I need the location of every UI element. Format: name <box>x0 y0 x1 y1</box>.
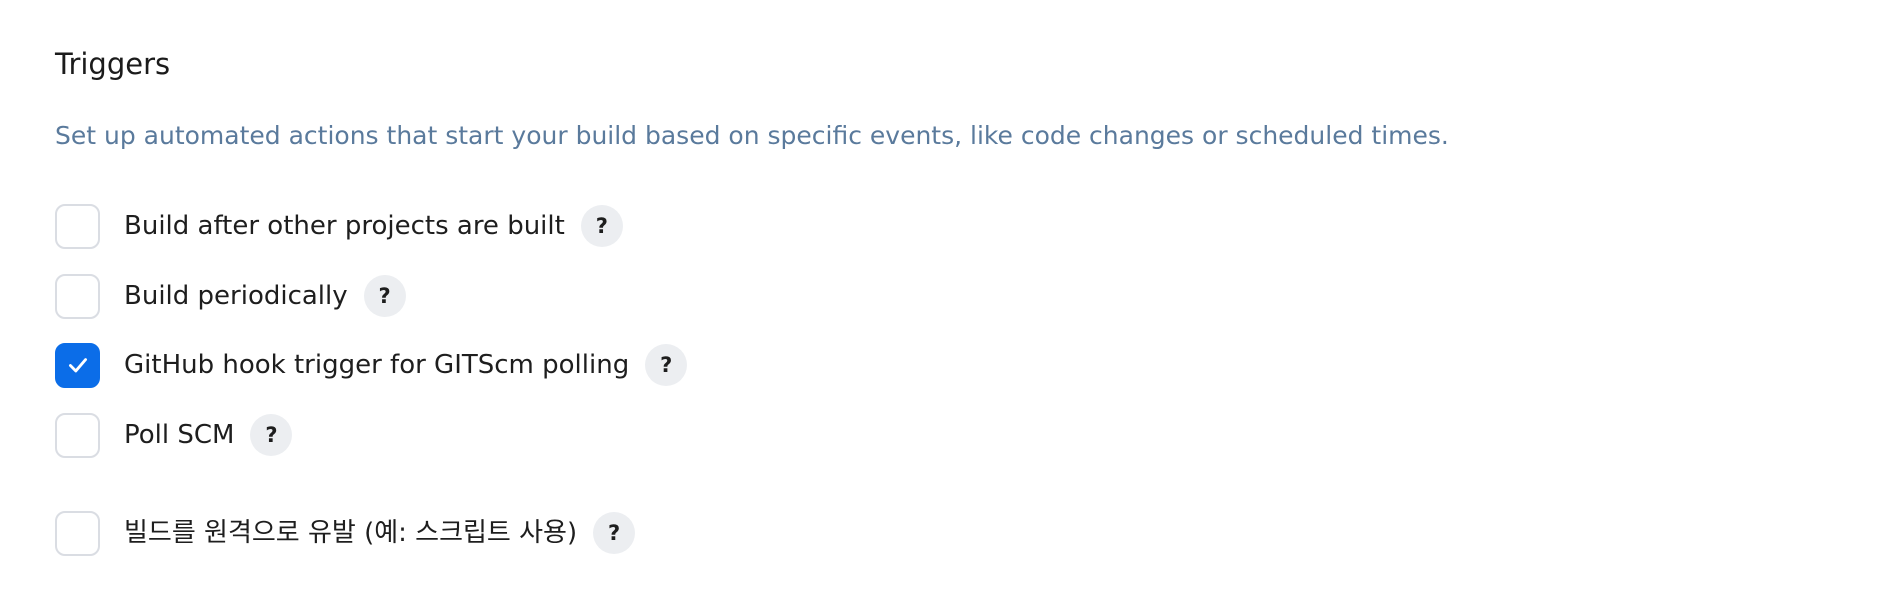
poll-scm-checkbox[interactable] <box>55 412 100 458</box>
triggers-section: Triggers Set up automated actions that s… <box>55 40 1835 556</box>
trigger-option-remote-trigger: 빌드를 원격으로 유발 (예: 스크립트 사용) ? <box>55 509 636 557</box>
option-label[interactable]: GitHub hook trigger for GITScm polling <box>124 345 629 385</box>
build-periodically-checkbox[interactable] <box>55 273 100 319</box>
trigger-option-build-after-other-projects: Build after other projects are built ? <box>55 202 623 250</box>
trigger-option-github-hook: GitHub hook trigger for GITScm polling ? <box>55 341 688 389</box>
option-label[interactable]: Build periodically <box>124 276 348 316</box>
remote-trigger-checkbox[interactable] <box>55 510 100 556</box>
help-icon[interactable]: ? <box>593 512 636 554</box>
option-label[interactable]: Poll SCM <box>124 415 234 455</box>
checkmark-icon <box>68 358 87 373</box>
help-icon[interactable]: ? <box>250 414 293 456</box>
option-label[interactable]: Build after other projects are built <box>124 206 565 246</box>
build-after-other-projects-checkbox[interactable] <box>55 203 100 249</box>
section-title: Triggers <box>55 47 171 81</box>
section-description: Set up automated actions that start your… <box>55 121 1449 150</box>
trigger-option-poll-scm: Poll SCM ? <box>55 411 293 459</box>
help-icon[interactable]: ? <box>580 205 623 247</box>
help-icon[interactable]: ? <box>363 275 406 317</box>
trigger-option-build-periodically: Build periodically ? <box>55 272 406 320</box>
github-hook-trigger-checkbox[interactable] <box>55 342 100 388</box>
option-label[interactable]: 빌드를 원격으로 유발 (예: 스크립트 사용) <box>124 513 577 553</box>
help-icon[interactable]: ? <box>645 344 688 386</box>
